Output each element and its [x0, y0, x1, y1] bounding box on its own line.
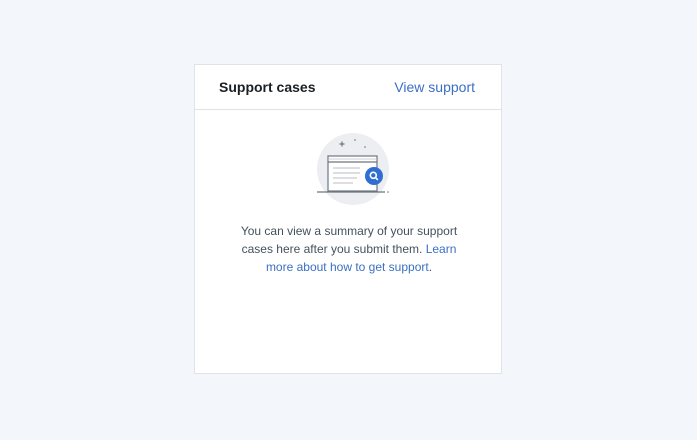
view-support-link[interactable]: View support — [394, 79, 475, 95]
empty-state-message: You can view a summary of your support c… — [231, 222, 467, 276]
message-period: . — [428, 260, 433, 274]
browser-window-search-icon — [313, 132, 393, 206]
card-header: Support cases View support — [195, 65, 501, 110]
support-cases-card: Support cases View support You can view … — [194, 64, 502, 374]
card-title: Support cases — [219, 79, 316, 95]
